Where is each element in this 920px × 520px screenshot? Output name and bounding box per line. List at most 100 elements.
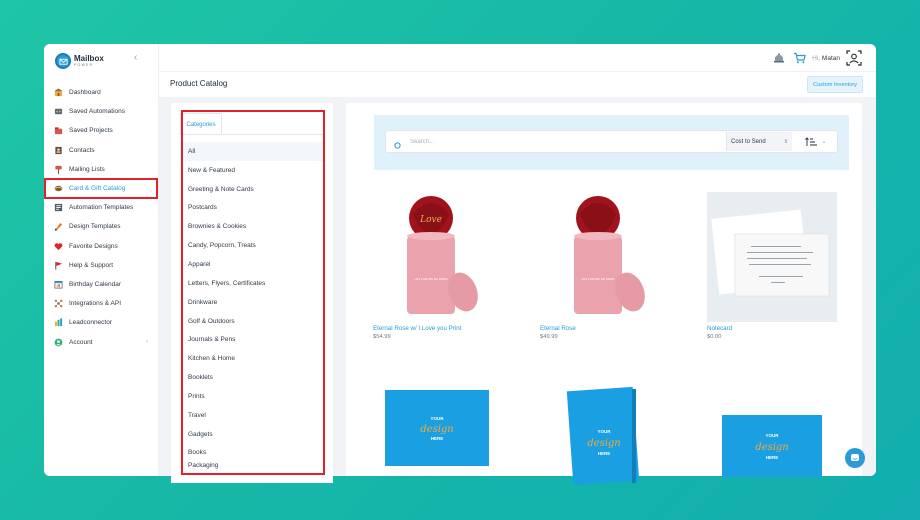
calendar-icon [54,280,63,289]
category-item[interactable]: Candy, Popcorn, Treats [180,236,324,255]
category-item[interactable]: Greeting & Note Cards [180,180,324,199]
sidebar-item-label: Birthday Calendar [69,280,122,288]
collapse-sidebar-button[interactable]: ‹ [134,52,137,63]
product-card[interactable]: Notecard $0.00 [707,192,837,340]
logo-name: Mailbox [74,53,104,63]
category-list: All New & Featured Greeting & Note Cards… [180,142,324,472]
sidebar-item-saved-projects[interactable]: Saved Projects [44,121,158,140]
sidebar-item-automation-templates[interactable]: Automation Templates [44,198,158,217]
sidebar-item-label: Saved Projects [69,127,113,135]
sidebar-item-label: Design Templates [69,223,121,231]
search-bar-container: Cost to Send ⇕ ⌄ [374,115,849,170]
sidebar-item-label: Integrations & API [69,300,122,308]
category-item[interactable]: New & Featured [180,161,324,180]
category-item[interactable]: Golf & Outdoors [180,312,324,331]
sidebar-item-card-gift-catalog[interactable]: Card & Gift Catalog [44,179,158,198]
category-item[interactable]: Gadgets [180,425,324,444]
product-card[interactable]: Love LES FLEURS DE PARIS Eternal Rose w/… [373,192,503,340]
design-card-line2: design [587,438,621,449]
greeting-hi: Hi, [812,54,821,62]
categories-panel: Categories All New & Featured Greeting &… [171,103,333,483]
sidebar-item-leadconnector[interactable]: Leadconnector [44,313,158,332]
projects-icon [54,126,63,135]
design-card-line2: design [420,424,454,435]
cart-icon[interactable] [792,51,806,65]
page-title: Product Catalog [170,79,228,88]
category-item[interactable]: Drinkware [180,293,324,312]
category-item[interactable]: Prints [180,387,324,406]
product-image: Love LES FLEURS DE PARIS [373,192,503,322]
sort-direction-button[interactable]: ⌄ [796,132,836,151]
custom-inventory-button[interactable]: Custom Inventory [807,76,863,93]
sort-ascending-icon [805,136,818,146]
rose-love-text: Love [419,215,442,225]
tab-divider [180,134,323,135]
product-card[interactable]: YOUR design HERE [373,365,503,495]
design-card-line3: HERE [431,436,444,441]
sidebar-item-label: Help & Support [69,261,114,269]
category-item[interactable]: Postcards [180,199,324,218]
sidebar-item-mailing-lists[interactable]: Mailing Lists [44,160,158,179]
sidebar-item-favorite-designs[interactable]: Favorite Designs [44,237,158,256]
sidebar-item-saved-automations[interactable]: Saved Automations [44,102,158,121]
page-header: Product Catalog Custom Inventory [159,71,876,98]
category-item[interactable]: Travel [180,406,324,425]
rose-box-label: LES FLEURS DE PARIS [415,277,448,281]
gift-icon [54,184,63,193]
integrations-icon [54,299,63,308]
sidebar-item-label: Dashboard [69,89,101,97]
product-panel: Cost to Send ⇕ ⌄ Love LES FLEURS DE PARI… [346,103,862,485]
select-arrows-icon: ⇕ [783,138,788,145]
product-name: Notecard [707,325,733,332]
sidebar-item-integrations-api[interactable]: Integrations & API [44,294,158,313]
dashboard-icon [54,88,63,97]
tab-categories[interactable]: Categories [180,113,222,135]
sidebar-item-dashboard[interactable]: Dashboard [44,83,158,102]
product-image: LES FLEURS DE PARIS [540,192,670,322]
chat-icon [851,454,859,461]
sidebar-item-label: Favorite Designs [69,242,118,250]
design-card-line2: design [755,442,789,453]
user-name: Matan [821,54,840,62]
category-item[interactable]: Packaging [180,462,324,472]
product-card[interactable]: YOUR design HERE [707,365,837,495]
product-image [707,192,837,322]
sort-select[interactable]: Cost to Send ⇕ [726,132,792,151]
product-image: YOUR design HERE [707,365,837,495]
logo-tagline: POWER [74,62,94,67]
category-item-all[interactable]: All [180,142,324,161]
product-price: $0.00 [707,334,722,340]
sidebar-item-account[interactable]: Account › [44,332,158,351]
sort-select-value: Cost to Send [731,138,766,145]
mail-logo-icon [55,53,71,69]
chat-support-button[interactable] [845,448,865,468]
category-item[interactable]: Apparel [180,255,324,274]
heart-icon [54,242,63,251]
design-card-line3: HERE [766,455,779,460]
leadconnector-icon [54,318,63,327]
bell-icon[interactable] [772,51,786,65]
category-item[interactable]: Journals & Pens [180,330,324,349]
logo[interactable]: Mailbox POWER [55,50,104,72]
category-item[interactable]: Booklets [180,368,324,387]
sidebar-item-label: Automation Templates [69,204,134,212]
product-card[interactable]: LES FLEURS DE PARIS Eternal Rose $49.99 [540,192,670,340]
flag-icon [54,261,63,270]
design-card-line1: YOUR [765,433,779,438]
category-item[interactable]: Brownies & Cookies [180,217,324,236]
category-item[interactable]: Letters, Flyers, Certificates [180,274,324,293]
product-card[interactable]: YOUR design HERE [540,365,670,495]
sidebar-item-design-templates[interactable]: Design Templates [44,217,158,236]
user-avatar-icon[interactable] [846,50,862,66]
search-icon [394,137,402,155]
sidebar-item-help-support[interactable]: Help & Support [44,256,158,275]
category-item[interactable]: Books [180,444,324,463]
design-card-line1: YOUR [430,416,444,421]
sidebar-item-birthday-calendar[interactable]: Birthday Calendar [44,275,158,294]
search-box: Cost to Send ⇕ ⌄ [385,130,838,153]
chevron-right-icon: › [146,339,148,346]
category-item[interactable]: Kitchen & Home [180,349,324,368]
product-name: Eternal Rose w/ I Love you Print [373,325,462,332]
search-input[interactable] [408,134,712,150]
sidebar-item-contacts[interactable]: Contacts [44,141,158,160]
